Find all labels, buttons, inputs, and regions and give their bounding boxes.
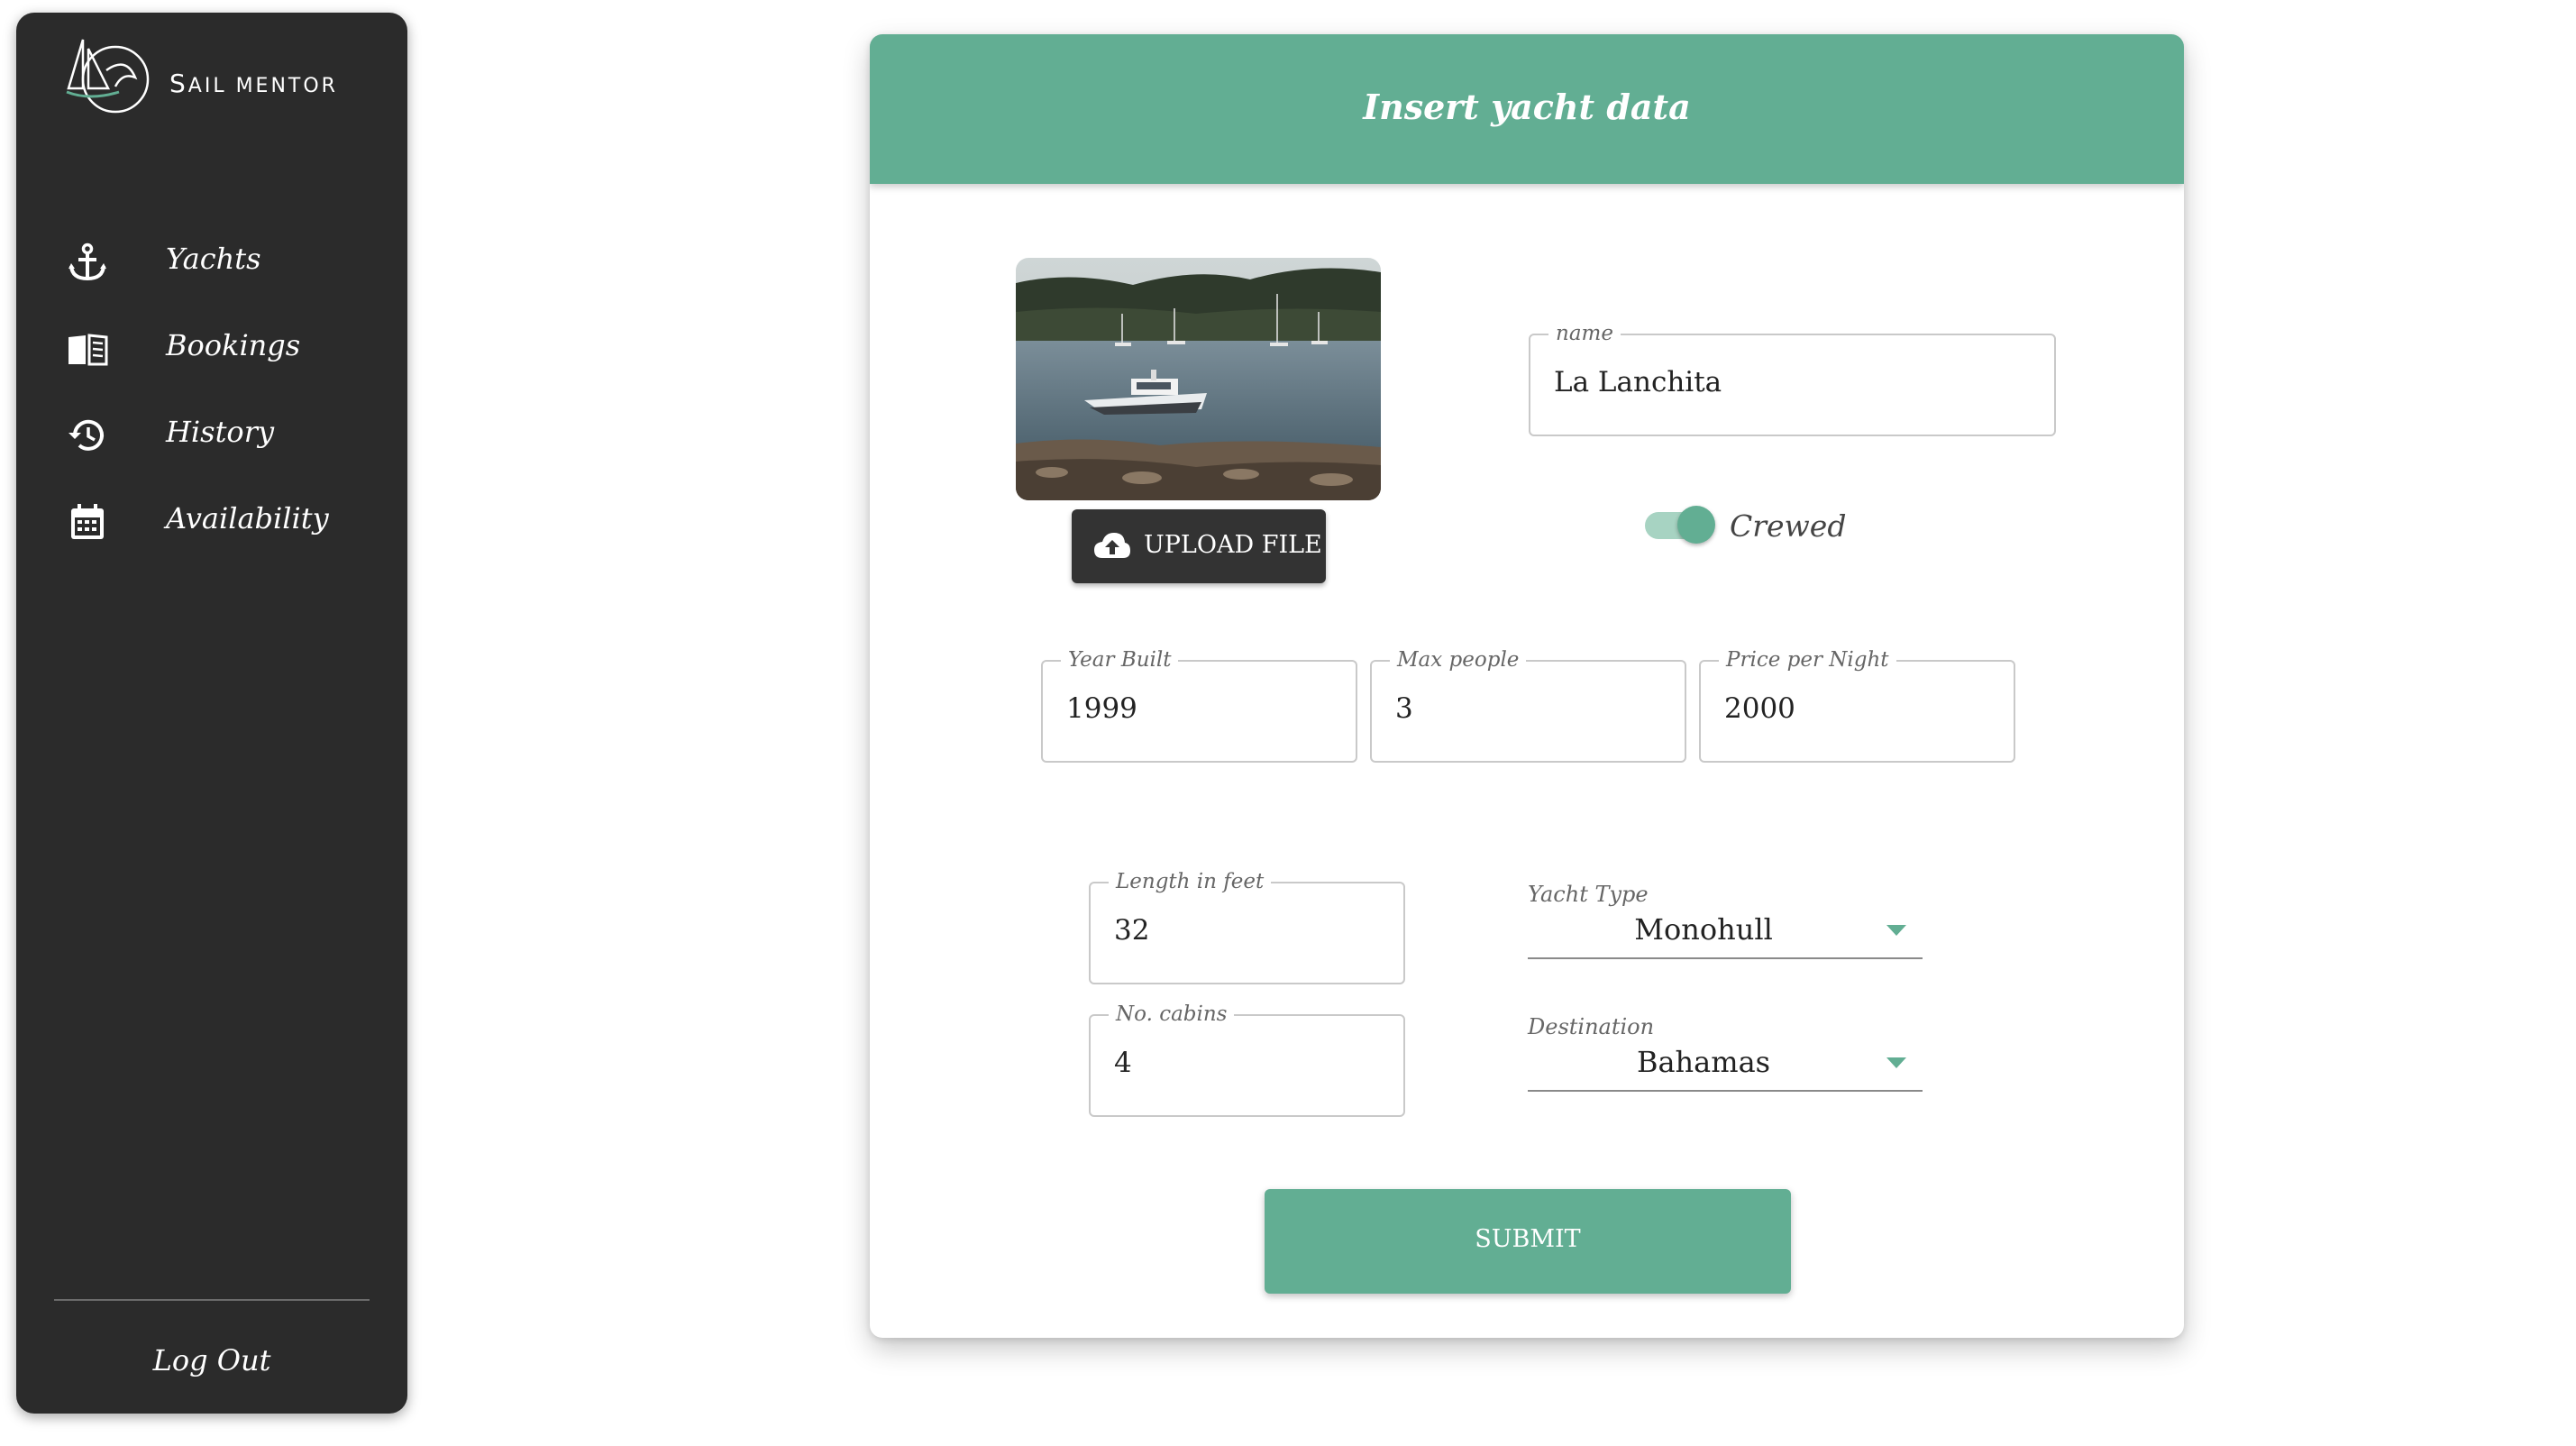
cabins-field[interactable]: No. cabins 4	[1089, 1002, 1405, 1117]
sidebar-item-label: Bookings	[166, 328, 301, 362]
year-built-field[interactable]: Year Built 1999	[1041, 648, 1357, 763]
sidebar-item-label: Yachts	[166, 242, 261, 276]
destination-label: Destination	[1528, 1014, 1655, 1039]
destination-value: Bahamas	[1636, 1045, 1771, 1079]
length-label: Length in feet	[1109, 870, 1272, 893]
brand-rest: AIL MENTOR	[187, 75, 338, 97]
length-value: 32	[1114, 914, 1150, 947]
name-field[interactable]: name La Lanchita	[1529, 322, 2056, 436]
logout-button[interactable]: Log Out	[16, 1343, 407, 1377]
caret-down-icon	[1886, 1057, 1906, 1068]
anchor-icon	[69, 243, 106, 281]
destination-select[interactable]: Destination Bahamas	[1528, 1014, 1923, 1092]
year-built-label: Year Built	[1061, 648, 1179, 672]
crewed-toggle[interactable]: Crewed	[1645, 494, 1861, 548]
cloud-upload-icon	[1094, 533, 1130, 558]
sidebar-item-bookings[interactable]: Bookings	[16, 312, 407, 384]
card-header: Insert yacht data	[870, 34, 2184, 184]
yacht-type-value: Monohull	[1634, 912, 1773, 947]
yacht-type-select[interactable]: Yacht Type Monohull	[1528, 882, 1923, 959]
book-icon	[69, 334, 108, 366]
upload-file-label: UPLOAD FILE	[1144, 531, 1322, 559]
brand-initial: S	[169, 69, 188, 98]
crewed-toggle-label: Crewed	[1730, 508, 1847, 544]
brand-logo[interactable]: SAIL MENTOR	[63, 36, 388, 119]
calendar-icon	[71, 504, 104, 539]
submit-button[interactable]: SUBMIT	[1265, 1189, 1791, 1294]
sidebar-item-label: History	[166, 415, 275, 449]
upload-file-button[interactable]: UPLOAD FILE	[1072, 509, 1326, 583]
brand-name: SAIL MENTOR	[169, 69, 338, 98]
price-per-night-value: 2000	[1724, 692, 1795, 725]
cabins-label: No. cabins	[1109, 1002, 1235, 1026]
page-title: Insert yacht data	[1363, 87, 1691, 127]
price-per-night-field[interactable]: Price per Night 2000	[1699, 648, 2015, 763]
sidebar-item-history[interactable]: History	[16, 398, 407, 471]
yacht-form-card: Insert yacht data UPLOAD FILE name La La…	[870, 34, 2184, 1338]
history-icon	[69, 419, 104, 451]
sidebar: SAIL MENTOR Yachts Bookings History Avai…	[16, 13, 407, 1414]
max-people-label: Max people	[1390, 648, 1527, 672]
sidebar-item-label: Availability	[166, 501, 329, 535]
cabins-value: 4	[1114, 1047, 1132, 1079]
caret-down-icon	[1886, 925, 1906, 936]
name-field-value: La Lanchita	[1554, 366, 1722, 398]
sidebar-item-yachts[interactable]: Yachts	[16, 225, 407, 297]
yacht-type-label: Yacht Type	[1528, 882, 1649, 907]
sidebar-item-availability[interactable]: Availability	[16, 485, 407, 557]
max-people-value: 3	[1395, 692, 1413, 725]
length-field[interactable]: Length in feet 32	[1089, 870, 1405, 984]
yacht-photo-image	[1016, 258, 1381, 500]
crewed-toggle-thumb	[1677, 506, 1715, 544]
yacht-type-underline	[1528, 957, 1923, 959]
yacht-photo	[1016, 258, 1381, 500]
submit-label: SUBMIT	[1475, 1225, 1581, 1253]
name-field-label: name	[1548, 322, 1621, 345]
price-per-night-label: Price per Night	[1719, 648, 1896, 672]
sidebar-divider	[54, 1299, 370, 1301]
sailboat-logo-icon	[66, 39, 150, 114]
year-built-value: 1999	[1066, 692, 1137, 725]
destination-underline	[1528, 1090, 1923, 1092]
max-people-field[interactable]: Max people 3	[1370, 648, 1686, 763]
